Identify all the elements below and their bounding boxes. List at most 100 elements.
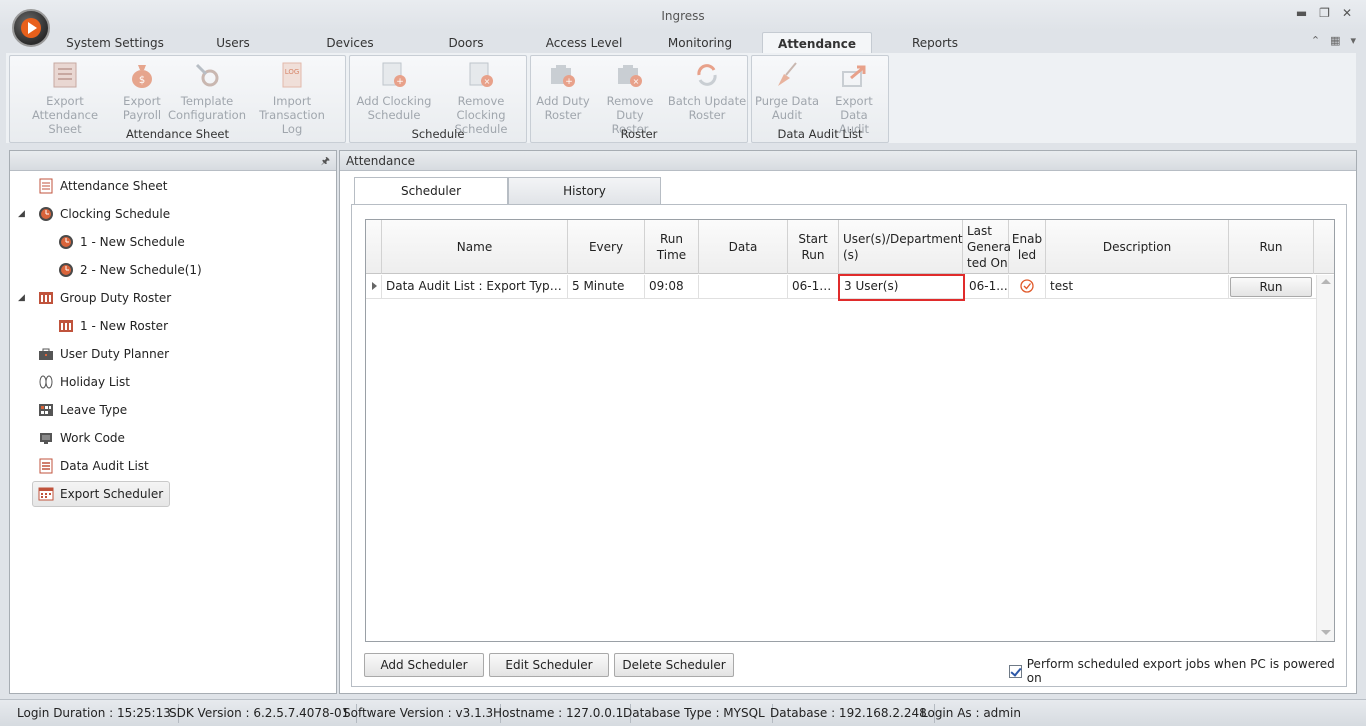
column-header-name[interactable]: Name xyxy=(382,220,568,274)
grid-icon xyxy=(39,404,53,416)
money-bag-icon: $ xyxy=(132,65,152,88)
add-clocking-schedule-button[interactable]: + Add Clocking Schedule xyxy=(352,60,436,122)
vertical-scrollbar[interactable] xyxy=(1316,275,1334,641)
cell-every[interactable]: 5 Minute xyxy=(568,275,645,298)
tree-item-label: Work Code xyxy=(60,431,125,445)
batch-update-roster-button[interactable]: Batch Update Roster xyxy=(667,60,747,122)
layout-icon[interactable]: ▦ xyxy=(1330,34,1340,47)
export-payroll-button[interactable]: $ Export Payroll xyxy=(118,60,166,122)
tree-item-user-duty-planner[interactable]: User Duty Planner xyxy=(38,344,169,364)
export-attendance-sheet-button[interactable]: Export Attendance Sheet xyxy=(13,60,117,136)
tree-item-roster-1[interactable]: 1 - New Roster xyxy=(58,316,168,336)
column-header-data[interactable]: Data xyxy=(699,220,788,274)
tab-monitoring[interactable]: Monitoring xyxy=(660,32,740,54)
tree-item-schedule-1[interactable]: 1 - New Schedule xyxy=(58,232,185,252)
cell-users[interactable]: 3 User(s) xyxy=(838,274,965,301)
navigation-panel: 🖈 Attendance Sheet ◢ Clocking Schedule 1… xyxy=(9,150,337,694)
content-panel-title: Attendance xyxy=(340,151,1356,171)
cell-start-run[interactable]: 06-12-... xyxy=(788,275,839,298)
column-header-users[interactable]: User(s)/Department (s) xyxy=(839,220,963,274)
tree-item-label: Holiday List xyxy=(60,375,130,389)
power-on-export-checkbox[interactable] xyxy=(1009,664,1022,678)
ribbon: Export Attendance Sheet $ Export Payroll… xyxy=(6,53,1356,143)
remove-clocking-schedule-button[interactable]: × Remove Clocking Schedule xyxy=(436,60,526,136)
template-configuration-button[interactable]: Template Configuration xyxy=(166,60,248,122)
gear-tools-icon xyxy=(195,63,219,87)
tab-users[interactable]: Users xyxy=(198,32,268,54)
tree-item-work-code[interactable]: Work Code xyxy=(38,428,125,448)
restore-icon[interactable]: ❐ xyxy=(1319,6,1330,20)
tree-item-export-scheduler[interactable]: Export Scheduler xyxy=(32,481,171,507)
column-header-last-generated[interactable]: Last Genera ted On xyxy=(963,220,1011,274)
scroll-down-icon[interactable] xyxy=(1321,630,1331,635)
close-icon[interactable]: ✕ xyxy=(1342,6,1352,20)
svg-text:×: × xyxy=(633,77,640,86)
column-header-every[interactable]: Every xyxy=(568,220,645,274)
tab-attendance[interactable]: Attendance xyxy=(762,32,872,54)
cell-run-time[interactable]: 09:08 xyxy=(645,275,699,298)
cell-last-generated[interactable]: 06-1... xyxy=(965,275,1009,298)
purge-data-audit-button[interactable]: Purge Data Audit xyxy=(754,60,820,122)
import-transaction-log-button[interactable]: LOG Import Transaction Log xyxy=(240,60,344,136)
column-header-start-run[interactable]: Start Run xyxy=(788,220,839,274)
column-header-description[interactable]: Description xyxy=(1046,220,1229,274)
clock-icon xyxy=(59,235,73,249)
cell-name[interactable]: Data Audit List : Export Type 1 xyxy=(382,275,568,298)
button-label: Schedule xyxy=(367,108,421,122)
table-row[interactable]: Data Audit List : Export Type 1 5 Minute… xyxy=(366,274,1316,301)
cell-description[interactable]: test xyxy=(1046,275,1229,298)
help-dropdown-icon[interactable]: ▾ xyxy=(1350,34,1356,47)
scheduler-grid: Name Every Run Time Data Start Run User(s)… xyxy=(365,219,1335,642)
status-software-version: Software Version : v3.1.3 xyxy=(336,704,502,723)
power-on-export-option[interactable]: Perform scheduled export jobs when PC is… xyxy=(1009,657,1346,685)
collapse-ribbon-icon[interactable]: ⌃ xyxy=(1311,34,1320,47)
remove-duty-roster-button[interactable]: × Remove Duty Roster xyxy=(593,60,667,136)
run-button[interactable]: Run xyxy=(1230,277,1312,297)
edit-scheduler-button[interactable]: Edit Scheduler xyxy=(489,653,609,677)
remove-roster-icon: × xyxy=(618,65,642,87)
tree-item-clocking-schedule[interactable]: Clocking Schedule xyxy=(38,204,170,224)
column-header-run-time[interactable]: Run Time xyxy=(645,220,699,274)
cell-enabled[interactable] xyxy=(1009,275,1046,298)
collapse-arrow-icon[interactable]: ◢ xyxy=(18,293,25,303)
column-header-enabled[interactable]: Enab led xyxy=(1009,220,1046,274)
add-duty-roster-button[interactable]: + Add Duty Roster xyxy=(533,60,593,122)
ribbon-group-label: Attendance Sheet xyxy=(126,127,229,141)
button-label: Audit xyxy=(771,108,803,122)
minimize-icon[interactable]: ▬ xyxy=(1296,6,1307,20)
tree-item-attendance-sheet[interactable]: Attendance Sheet xyxy=(38,176,167,196)
app-menu-button[interactable] xyxy=(12,9,50,47)
tree-item-group-duty-roster[interactable]: Group Duty Roster xyxy=(38,288,171,308)
scheduler-tab-body: Name Every Run Time Data Start Run User(s)… xyxy=(351,204,1347,687)
content-panel: Attendance Scheduler History Name Every … xyxy=(339,150,1357,694)
tab-history[interactable]: History xyxy=(508,177,661,204)
tab-access-level[interactable]: Access Level xyxy=(540,32,628,54)
column-header-run[interactable]: Run xyxy=(1229,220,1314,274)
svg-text:+: + xyxy=(565,77,573,87)
tab-reports[interactable]: Reports xyxy=(900,32,970,54)
tab-doors[interactable]: Doors xyxy=(436,32,496,54)
add-scheduler-button[interactable]: Add Scheduler xyxy=(364,653,484,677)
status-login-as: Login As : admin xyxy=(921,706,1021,720)
scroll-up-icon[interactable] xyxy=(1321,279,1331,284)
title-bar: Ingress ▬ ❐ ✕ xyxy=(0,0,1366,30)
calendar-icon xyxy=(38,487,54,501)
button-label: Export xyxy=(123,94,161,108)
ribbon-group-label: Data Audit List xyxy=(777,127,863,141)
sheet-icon xyxy=(39,178,53,194)
tree-item-schedule-2[interactable]: 2 - New Schedule(1) xyxy=(58,260,202,280)
tab-scheduler[interactable]: Scheduler xyxy=(354,177,508,205)
button-label: Roster xyxy=(688,108,726,122)
svg-text:$: $ xyxy=(139,75,145,86)
pin-icon[interactable]: 🖈 xyxy=(321,154,330,171)
tab-devices[interactable]: Devices xyxy=(315,32,385,54)
tree-item-holiday-list[interactable]: Holiday List xyxy=(38,372,130,392)
collapse-arrow-icon[interactable]: ◢ xyxy=(18,209,25,219)
export-data-audit-button[interactable]: Export Data Audit xyxy=(820,60,888,136)
tree-item-data-audit-list[interactable]: Data Audit List xyxy=(38,456,149,476)
tree-item-leave-type[interactable]: Leave Type xyxy=(38,400,127,420)
delete-scheduler-button[interactable]: Delete Scheduler xyxy=(614,653,734,677)
button-label: Export Data xyxy=(835,94,873,122)
tab-system-settings[interactable]: System Settings xyxy=(60,32,170,54)
cell-data[interactable] xyxy=(699,275,788,298)
